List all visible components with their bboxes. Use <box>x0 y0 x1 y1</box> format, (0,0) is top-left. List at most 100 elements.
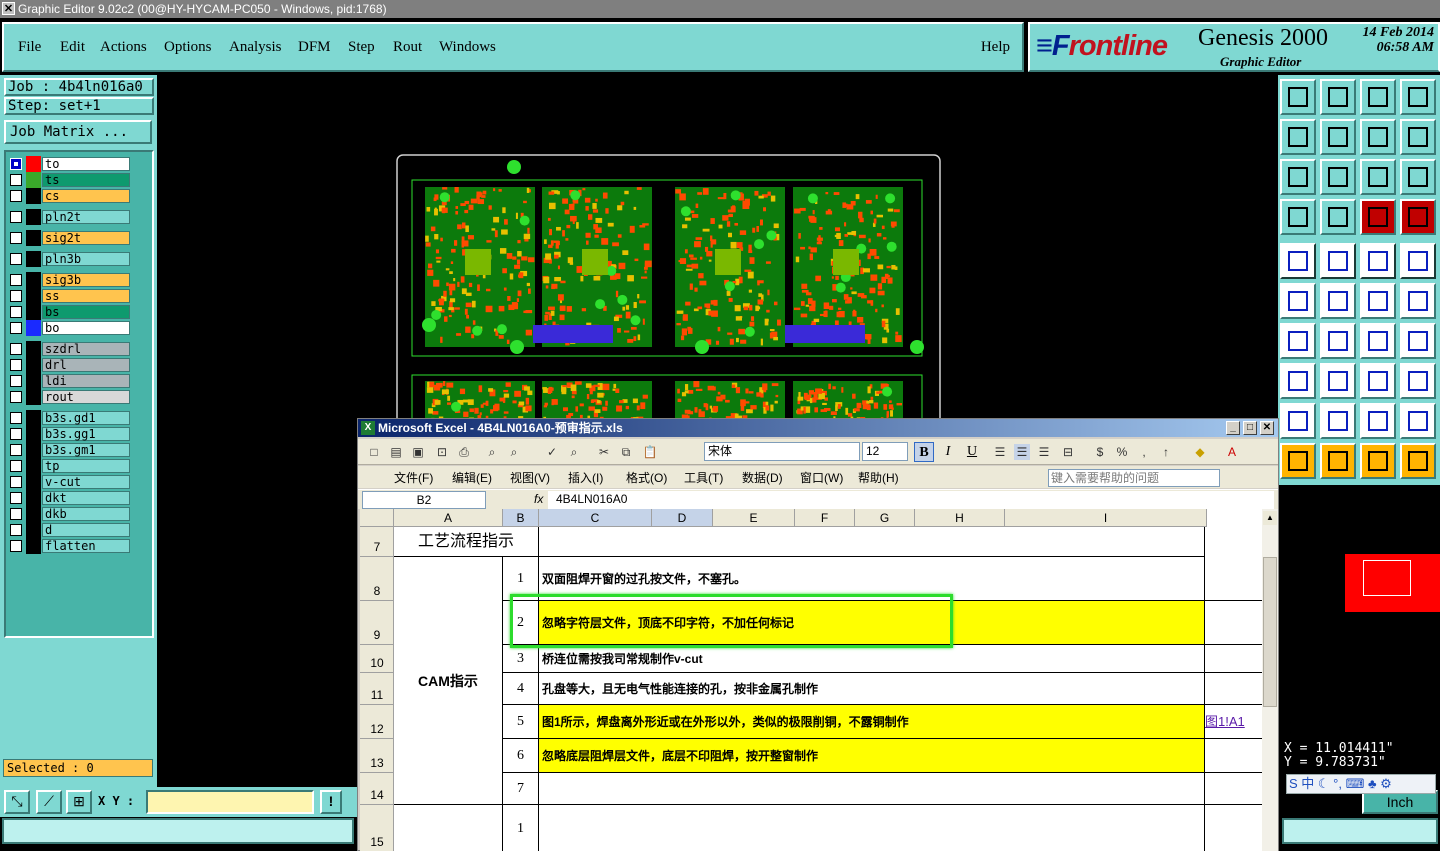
layer-name[interactable]: cs <box>42 189 130 203</box>
print-preview-icon[interactable]: ⌕ <box>484 444 500 460</box>
layer-row[interactable]: drl <box>8 357 152 373</box>
layer-row[interactable]: bo <box>8 320 152 336</box>
export-icon[interactable] <box>1280 79 1316 115</box>
instruction-cell[interactable]: 桥连位需按我司常规制作v-cut <box>539 645 1205 673</box>
layer-color-swatch[interactable] <box>26 538 41 554</box>
layer-color-swatch[interactable] <box>26 272 41 288</box>
help-search-input[interactable]: 键入需要帮助的问题 <box>1048 469 1220 487</box>
copy-icon[interactable]: ⧉ <box>618 444 634 460</box>
line-icon[interactable] <box>1320 323 1356 359</box>
alert-icon[interactable]: ! <box>320 790 342 814</box>
underline-button[interactable]: U <box>962 442 982 462</box>
comma-icon[interactable]: , <box>1136 444 1152 460</box>
blank-cell[interactable] <box>1205 645 1263 673</box>
layer-checkbox[interactable] <box>10 444 22 456</box>
layer-name[interactable]: rout <box>42 390 130 404</box>
layer-checkbox[interactable] <box>10 253 22 265</box>
item-number-cell[interactable]: 1 <box>503 805 539 851</box>
layer-color-swatch[interactable] <box>26 506 41 522</box>
blank-cell[interactable] <box>394 805 503 851</box>
column-header[interactable]: D <box>652 509 713 527</box>
node-icon[interactable] <box>1280 283 1316 319</box>
snap-icon[interactable] <box>1400 243 1436 279</box>
font-color-icon[interactable]: A <box>1224 444 1240 460</box>
column-header[interactable]: I <box>1005 509 1207 527</box>
row-header[interactable]: 12 <box>360 705 394 739</box>
blank-cell[interactable] <box>1205 601 1263 645</box>
layer-name[interactable]: ss <box>42 289 130 303</box>
instruction-cell[interactable] <box>539 773 1205 805</box>
minus-icon[interactable] <box>1320 363 1356 399</box>
scroll-thumb[interactable] <box>1263 557 1277 707</box>
layer-name[interactable]: dkb <box>42 507 130 521</box>
section-title-cell[interactable]: 工艺流程指示 <box>394 527 539 557</box>
excel-menu-format[interactable]: 格式(O) <box>626 469 667 486</box>
scale-icon[interactable] <box>1360 159 1396 195</box>
outline-icon[interactable] <box>1320 403 1356 439</box>
excel-menu-data[interactable]: 数据(D) <box>742 469 783 486</box>
spreadsheet-grid[interactable]: A B C D E F G H I 7 8 9 10 11 12 13 14 15 工艺流程指示 CAM指示 1 双面阻焊… <box>360 509 1278 851</box>
close-icon[interactable]: ✕ <box>1260 421 1274 435</box>
angle-icon[interactable] <box>1280 323 1316 359</box>
layer-color-swatch[interactable] <box>26 389 41 405</box>
layer-checkbox[interactable] <box>10 174 22 186</box>
column-header[interactable]: A <box>394 509 503 527</box>
layer-checkbox[interactable] <box>10 524 22 536</box>
layer-color-swatch[interactable] <box>26 373 41 389</box>
menu-options[interactable]: Options <box>164 39 212 56</box>
select2-icon[interactable] <box>1320 443 1356 479</box>
layer-name[interactable]: tp <box>42 459 130 473</box>
layer-color-swatch[interactable] <box>26 209 41 225</box>
research-icon[interactable]: ⌕ <box>566 444 582 460</box>
row-header[interactable]: 10 <box>360 645 394 673</box>
layer-checkbox[interactable] <box>10 158 22 170</box>
blank-cell[interactable] <box>1205 557 1263 601</box>
align-center-icon[interactable]: ☰ <box>1014 444 1030 460</box>
connect-icon[interactable] <box>1360 283 1396 319</box>
import-icon[interactable] <box>1320 79 1356 115</box>
layer-row[interactable]: dkb <box>8 506 152 522</box>
route-icon[interactable] <box>1400 443 1436 479</box>
dimension-icon[interactable] <box>1360 363 1396 399</box>
layer-row[interactable]: rout <box>8 389 152 405</box>
xy-input[interactable] <box>146 790 314 814</box>
layer-color-swatch[interactable] <box>26 458 41 474</box>
connect2-icon[interactable] <box>1400 283 1436 319</box>
menu-file[interactable]: File <box>18 39 41 56</box>
maximize-icon[interactable]: □ <box>1243 421 1257 435</box>
excel-menu-insert[interactable]: 插入(I) <box>568 469 603 486</box>
increase-decimal-icon[interactable]: ↑ <box>1158 444 1174 460</box>
name-box[interactable]: B2 <box>362 491 486 509</box>
traffic-icon[interactable] <box>1360 199 1396 235</box>
layer-name[interactable]: bs <box>42 305 130 319</box>
merge-icon[interactable]: ⊟ <box>1060 444 1076 460</box>
layer-name[interactable]: b3s.gd1 <box>42 411 130 425</box>
row-header[interactable]: 8 <box>360 557 394 601</box>
layout-icon[interactable] <box>1400 79 1436 115</box>
grid-icon[interactable]: ⊞ <box>66 790 92 814</box>
layer-checkbox[interactable] <box>10 359 22 371</box>
layer-color-swatch[interactable] <box>26 188 41 204</box>
blank-cell[interactable] <box>1205 673 1263 705</box>
fx-icon[interactable]: fx <box>534 492 543 506</box>
layer-row[interactable]: d <box>8 522 152 538</box>
layer-name[interactable]: d <box>42 523 130 537</box>
instruction-cell[interactable]: 忽略底层阻焊层文件，底层不印阻焊，按开整窗制作 <box>539 739 1205 773</box>
blank-cell[interactable] <box>1205 739 1263 773</box>
fill-color-icon[interactable]: ◆ <box>1192 444 1208 460</box>
layer-checkbox[interactable] <box>10 391 22 403</box>
layer-checkbox[interactable] <box>10 290 22 302</box>
menu-analysis[interactable]: Analysis <box>229 39 282 56</box>
layer-color-swatch[interactable] <box>26 288 41 304</box>
scroll-up-icon[interactable]: ▲ <box>1263 511 1277 525</box>
layer-color-swatch[interactable] <box>26 320 41 336</box>
job-matrix-button[interactable]: Job Matrix ... <box>4 120 152 144</box>
layer-color-swatch[interactable] <box>26 442 41 458</box>
layer-name[interactable]: dkt <box>42 491 130 505</box>
layer-color-swatch[interactable] <box>26 251 41 267</box>
italic-button[interactable]: I <box>938 442 958 462</box>
symbol-icon[interactable] <box>1400 323 1436 359</box>
home-icon[interactable] <box>1360 79 1396 115</box>
layer-row[interactable]: szdrl <box>8 341 152 357</box>
layer-name[interactable]: b3s.gg1 <box>42 427 130 441</box>
